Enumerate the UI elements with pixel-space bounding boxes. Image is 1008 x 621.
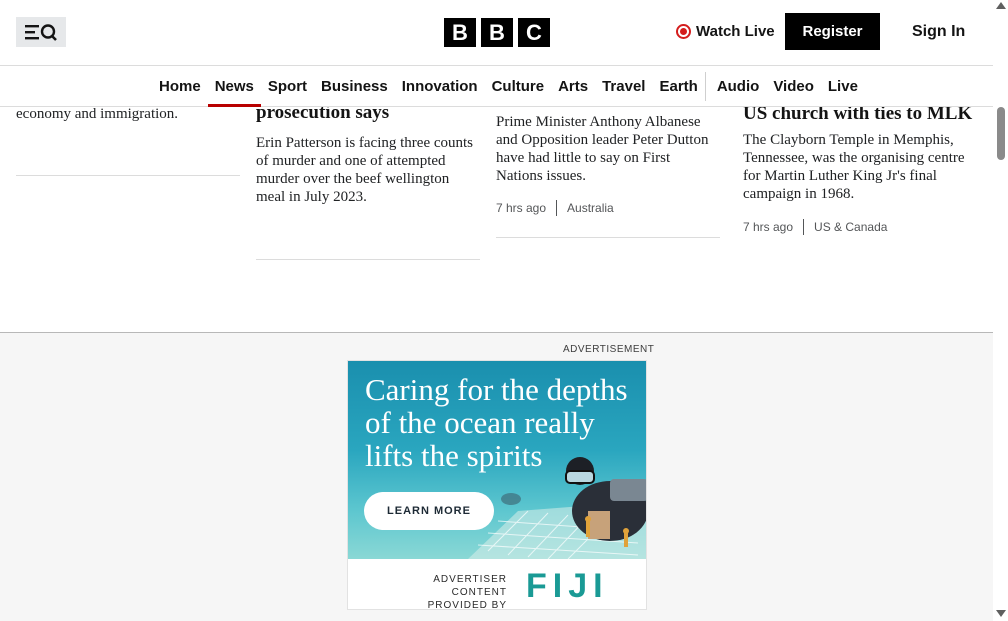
- card-divider: [16, 175, 240, 176]
- ad-image[interactable]: Caring for the depths of the ocean reall…: [348, 361, 646, 559]
- ad-headline: Caring for the depths of the ocean reall…: [365, 372, 628, 473]
- advertiser-line-2: PROVIDED BY: [427, 600, 507, 610]
- advertiser-line-1: ADVERTISER CONTENT: [433, 574, 507, 598]
- nav-item-live[interactable]: Live: [821, 66, 865, 107]
- meta-separator: [556, 200, 558, 216]
- sign-in-link[interactable]: Sign In: [912, 23, 965, 41]
- article-card[interactable]: Prime Minister Anthony Albanese and Oppo…: [496, 113, 720, 216]
- vertical-scrollbar[interactable]: [993, 0, 1008, 621]
- meta-separator: [803, 219, 805, 235]
- nav-item-news[interactable]: News: [207, 66, 262, 107]
- advertisement-label: ADVERTISEMENT: [563, 344, 655, 355]
- article-meta: 7 hrs ago US & Canada: [743, 219, 983, 235]
- nav-item-culture[interactable]: Culture: [485, 66, 552, 107]
- watch-live-label: Watch Live: [696, 23, 775, 40]
- nav-items: Home News Sport Business Innovation Cult…: [152, 66, 865, 107]
- fiji-logo[interactable]: FIJI: [526, 567, 609, 606]
- logo-letter: B: [444, 18, 476, 47]
- nav-item-business[interactable]: Business: [314, 66, 395, 107]
- scroll-down-arrow-icon[interactable]: [996, 610, 1006, 617]
- watch-live-link[interactable]: Watch Live: [676, 23, 775, 40]
- article-card[interactable]: prosecution says Erin Patterson is facin…: [256, 107, 480, 206]
- advertiser-credit: ADVERTISER CONTENT PROVIDED BY: [375, 573, 507, 610]
- logo-letter: B: [481, 18, 513, 47]
- card-divider: [256, 259, 480, 260]
- article-summary: Prime Minister Anthony Albanese and Oppo…: [496, 114, 709, 184]
- nav-divider: [704, 72, 706, 101]
- bbc-logo[interactable]: B B C: [444, 18, 550, 47]
- live-icon: [676, 24, 691, 39]
- article-summary: economy and immigration.: [16, 107, 179, 122]
- logo-letter: C: [518, 18, 550, 47]
- article-summary: The Clayborn Temple in Memphis, Tennesse…: [743, 132, 965, 202]
- article-section[interactable]: Australia: [567, 201, 614, 215]
- ad-banner[interactable]: Caring for the depths of the ocean reall…: [347, 360, 647, 610]
- nav-item-innovation[interactable]: Innovation: [395, 66, 485, 107]
- nav-item-audio[interactable]: Audio: [710, 66, 767, 107]
- scroll-up-arrow-icon[interactable]: [996, 2, 1006, 9]
- nav-item-video[interactable]: Video: [766, 66, 821, 107]
- article-section[interactable]: US & Canada: [814, 220, 887, 234]
- article-meta: 7 hrs ago Australia: [496, 200, 720, 216]
- article-card[interactable]: US church with ties to MLK The Clayborn …: [743, 107, 983, 235]
- advertisement-section: ADVERTISEMENT Caring for the depths of t…: [0, 332, 993, 621]
- nav-item-sport[interactable]: Sport: [261, 66, 314, 107]
- learn-more-button[interactable]: LEARN MORE: [364, 492, 494, 530]
- nav-item-travel[interactable]: Travel: [595, 66, 652, 107]
- article-time: 7 hrs ago: [496, 201, 547, 215]
- article-headline[interactable]: US church with ties to MLK: [743, 107, 983, 125]
- article-grid: economy and immigration. prosecution say…: [0, 107, 993, 332]
- article-time: 7 hrs ago: [743, 220, 794, 234]
- menu-search-icon: [25, 24, 57, 41]
- article-summary: Erin Patterson is facing three counts of…: [256, 135, 474, 205]
- card-divider: [496, 237, 720, 238]
- main-nav: Home News Sport Business Innovation Cult…: [0, 66, 993, 107]
- article-headline[interactable]: prosecution says: [256, 107, 480, 124]
- nav-item-arts[interactable]: Arts: [551, 66, 595, 107]
- site-header: B B C Watch Live Register Sign In: [0, 0, 993, 66]
- ad-footer: ADVERTISER CONTENT PROVIDED BY FIJI: [348, 559, 646, 610]
- menu-search-button[interactable]: [16, 17, 66, 47]
- article-card[interactable]: economy and immigration.: [16, 107, 240, 123]
- nav-item-home[interactable]: Home: [152, 66, 208, 107]
- register-button[interactable]: Register: [785, 13, 880, 50]
- scroll-thumb[interactable]: [997, 107, 1005, 160]
- nav-item-earth[interactable]: Earth: [652, 66, 704, 107]
